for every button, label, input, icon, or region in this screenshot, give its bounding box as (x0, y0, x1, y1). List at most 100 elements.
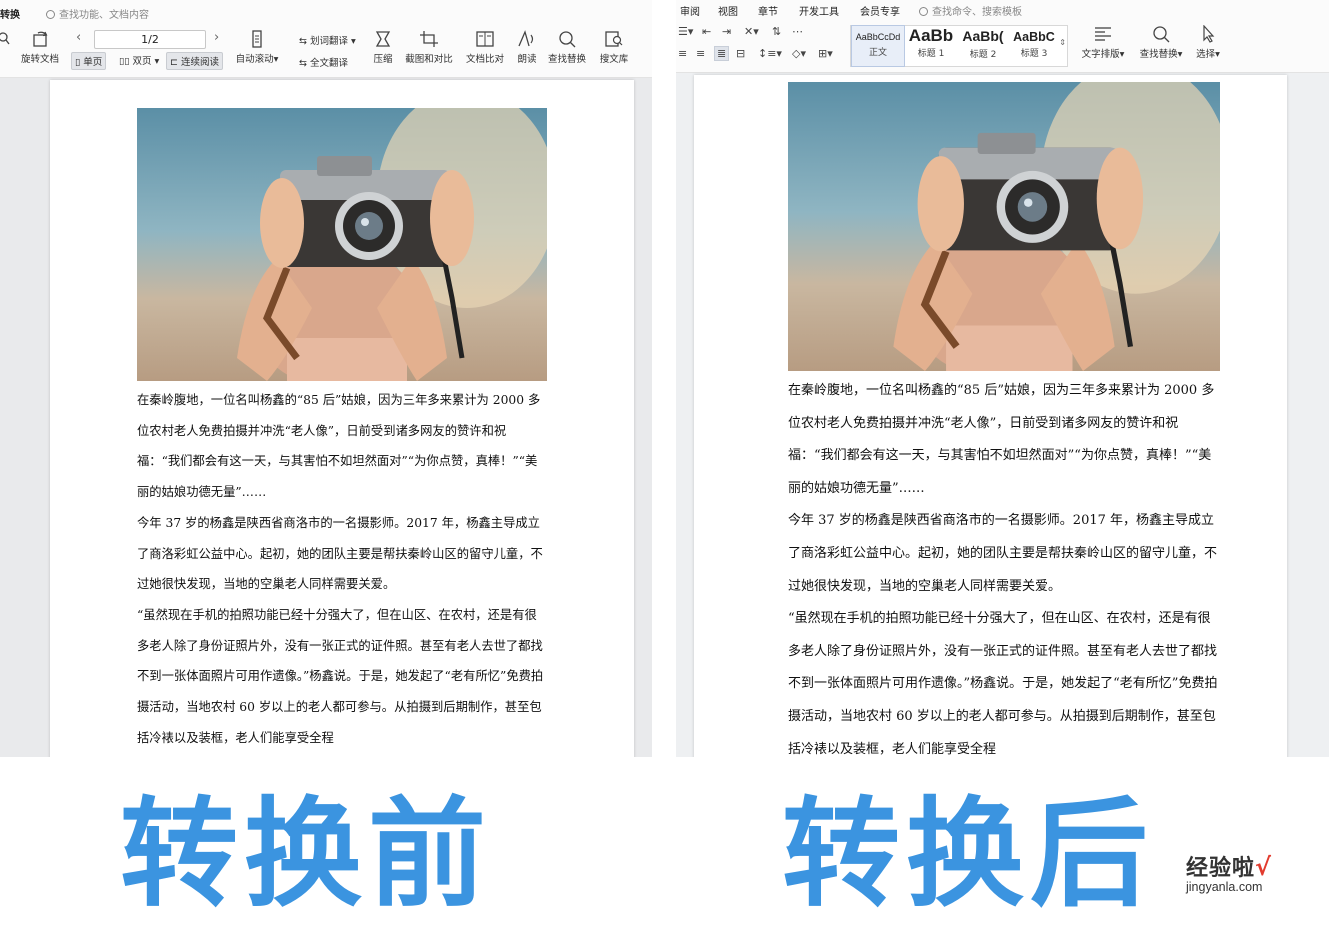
read-aloud-button[interactable]: 朗读 (513, 30, 541, 65)
justify-icon[interactable]: ≣ (714, 46, 730, 61)
style-heading-1-sample: AaBb (908, 26, 954, 45)
search-library-button[interactable]: 搜文库 (597, 30, 631, 65)
find-replace-label: 查找替换 (547, 54, 586, 65)
watermark-name: 经验啦 (1186, 856, 1256, 881)
show-marks-icon[interactable]: ⋯ (792, 25, 803, 38)
camera-woman-photo-converted (788, 82, 1220, 371)
doc-compare-button[interactable]: 文档比对 (464, 30, 506, 65)
find-replace-button[interactable]: 查找替换 (546, 30, 588, 65)
single-page-button[interactable]: ▯ 单页 (71, 52, 107, 70)
tab-view[interactable]: 视图 (718, 3, 738, 18)
zoom-icon[interactable] (0, 32, 10, 49)
camera-woman-photo (137, 108, 547, 381)
pdf-toolbar: 转换 查找功能、文档内容 旋转文档 ‹ 1/2 › ▯ 单页 ▯▯ 双页 ▾ ⊏… (0, 0, 652, 78)
sort-icon[interactable]: ⇅ (772, 25, 781, 38)
doc-compare-label: 文档比对 (465, 54, 504, 65)
line-spacing-icon[interactable]: ↕≡▾ (758, 47, 782, 60)
align-left-icon[interactable]: ≡ (678, 47, 687, 60)
auto-scroll-label: 自动滚动 (235, 54, 274, 65)
tab-review[interactable]: 审阅 (680, 3, 700, 18)
style-heading-3-name: 标题 3 (1020, 49, 1048, 59)
select-cursor-icon (1198, 24, 1218, 43)
rotate-doc-button[interactable]: 旋转文档 (18, 30, 62, 65)
numbered-list-icon[interactable]: ⇤ (702, 25, 711, 38)
chinese-layout-icon[interactable]: ✕▾ (744, 25, 759, 38)
writer-find-replace-button[interactable]: 查找替换▾ (1139, 25, 1183, 60)
screenshot-compare-button[interactable]: 截图和对比 (404, 30, 454, 65)
watermark-check-icon: √ (1255, 853, 1272, 881)
page-number-input[interactable]: 1/2 (94, 30, 206, 49)
decrease-indent-icon[interactable]: ⇥ (722, 25, 731, 38)
shading-icon[interactable]: ◇▾ (792, 47, 806, 60)
text-layout-label: 文字排版 (1081, 49, 1120, 60)
paragraph-1: 在秦岭腹地，一位名叫杨鑫的“85 后”姑娘，因为三年多来累计为 2000 多位农… (137, 393, 541, 500)
tab-developer[interactable]: 开发工具 (799, 3, 839, 18)
style-gallery: AaBbCcDd 正文 AaBb 标题 1 AaBb( 标题 2 AaBbC 标… (850, 25, 1068, 67)
search-icon (46, 10, 55, 19)
full-translate-icon: ⇆ (299, 58, 310, 69)
single-page-label: 单页 (83, 57, 103, 68)
command-search-placeholder: 查找命令、搜索模板 (932, 7, 1022, 18)
search-icon (919, 7, 928, 16)
double-page-icon: ▯▯ (119, 56, 133, 67)
distributed-icon[interactable]: ⊟ (736, 47, 745, 60)
style-heading-1-name: 标题 1 (917, 49, 945, 59)
doc-compare-icon (475, 30, 495, 48)
watermark-logo: 经验啦√ jingyanla.com (1186, 850, 1316, 898)
search-library-label: 搜文库 (599, 54, 629, 65)
continuous-read-icon: ⊏ (170, 57, 181, 68)
search-placeholder: 查找功能、文档内容 (59, 10, 149, 21)
style-normal-sample: AaBbCcDd (855, 32, 901, 42)
text-layout-button[interactable]: 文字排版▾ (1078, 25, 1128, 60)
bullet-list-icon[interactable]: ☰▾ (678, 25, 693, 38)
auto-scroll-icon (247, 30, 267, 48)
single-page-icon: ▯ (75, 57, 84, 68)
pdf-page: 在秦岭腹地，一位名叫杨鑫的“85 后”姑娘，因为三年多来累计为 2000 多位农… (50, 80, 634, 760)
word-translate-icon: ⇆ (299, 36, 310, 47)
style-heading-2-name: 标题 2 (969, 50, 997, 60)
find-replace-icon (557, 30, 577, 48)
auto-scroll-button[interactable]: 自动滚动▾ (233, 30, 281, 65)
style-normal[interactable]: AaBbCcDd 正文 (851, 25, 905, 67)
writer-find-replace-label: 查找替换 (1139, 49, 1178, 60)
next-page-icon[interactable]: › (214, 30, 219, 45)
continuous-read-button[interactable]: ⊏ 连续阅读 (166, 52, 223, 70)
style-gallery-scroll[interactable]: ⇕ (1059, 38, 1066, 47)
left-pdf-window: 转换 查找功能、文档内容 旋转文档 ‹ 1/2 › ▯ 单页 ▯▯ 双页 ▾ ⊏… (0, 0, 652, 760)
style-heading-3[interactable]: AaBbC 标题 3 (1009, 26, 1059, 66)
rotate-doc-icon (30, 30, 50, 48)
tab-convert[interactable]: 转换 (0, 6, 20, 21)
word-translate-label: 划词翻译 (309, 36, 348, 47)
command-search[interactable]: 查找命令、搜索模板 (919, 3, 1022, 18)
select-button[interactable]: 选择▾ (1192, 24, 1224, 60)
paragraph-2: 今年 37 岁的杨鑫是陕西省商洛市的一名摄影师。2017 年，杨鑫主导成立了商洛… (788, 513, 1218, 594)
paragraph-3: “虽然现在手机的拍照功能已经十分强大了，但在山区、在农村，还是有很多老人除了身份… (788, 611, 1218, 757)
style-heading-1[interactable]: AaBb 标题 1 (905, 26, 957, 66)
paragraph-1: 在秦岭腹地，一位名叫杨鑫的“85 后”姑娘，因为三年多来累计为 2000 多位农… (788, 383, 1215, 496)
full-translate-label: 全文翻译 (309, 58, 348, 69)
caption-before: 转换前 (120, 785, 493, 923)
prev-page-icon[interactable]: ‹ (76, 30, 81, 45)
caption-after: 转换后 (782, 785, 1155, 923)
style-heading-2-sample: AaBb( (962, 28, 1004, 44)
writer-body-text[interactable]: 在秦岭腹地，一位名叫杨鑫的“85 后”姑娘，因为三年多来累计为 2000 多位农… (788, 375, 1222, 766)
search-box[interactable]: 查找功能、文档内容 (46, 6, 149, 21)
writer-page: 在秦岭腹地，一位名叫杨鑫的“85 后”姑娘，因为三年多来累计为 2000 多位农… (694, 75, 1287, 770)
writer-ribbon: ☰▾ ⇤ ⇥ ✕▾ ⇅ ⋯ ≡ ≡ ≣ ⊟ ↕≡▾ ◇▾ ⊞▾ AaBbCcDd… (676, 22, 1329, 72)
tab-member[interactable]: 会员专享 (860, 3, 900, 18)
read-aloud-icon (517, 30, 537, 48)
tab-chapter[interactable]: 章节 (758, 3, 778, 18)
border-icon[interactable]: ⊞▾ (818, 47, 833, 60)
paragraph-3: “虽然现在手机的拍照功能已经十分强大了，但在山区、在农村，还是有很多老人除了身份… (137, 607, 544, 745)
full-translate-button[interactable]: ⇆ 全文翻译 (296, 54, 351, 70)
compress-label: 压缩 (373, 54, 393, 65)
compress-button[interactable]: 压缩 (368, 30, 398, 65)
continuous-read-label: 连续阅读 (180, 57, 219, 68)
style-heading-3-sample: AaBbC (1013, 30, 1055, 44)
align-center-icon[interactable]: ≡ (696, 47, 705, 60)
search-library-icon (604, 30, 624, 48)
double-page-button[interactable]: ▯▯ 双页 ▾ (116, 52, 162, 68)
watermark-url: jingyanla.com (1186, 880, 1263, 894)
style-heading-2[interactable]: AaBb( 标题 2 (957, 26, 1009, 66)
word-translate-button[interactable]: ⇆ 划词翻译 ▾ (296, 32, 359, 48)
